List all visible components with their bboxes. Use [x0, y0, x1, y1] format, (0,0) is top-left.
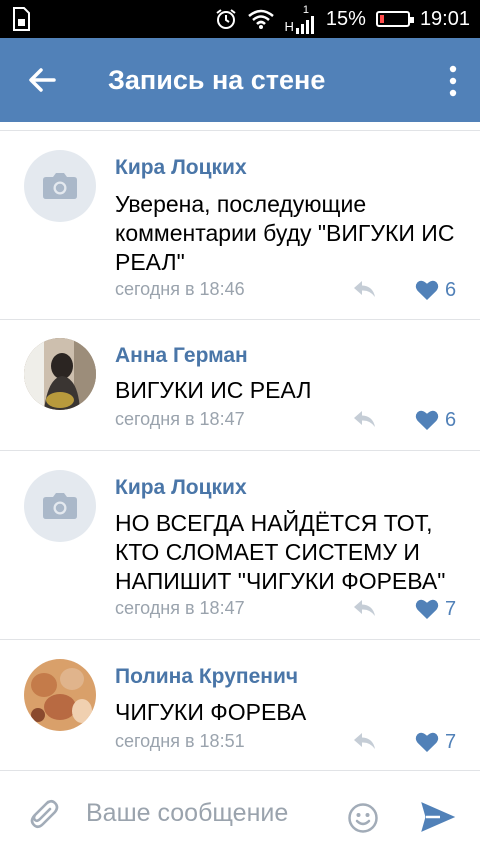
arrow-left-icon[interactable]	[24, 62, 60, 98]
heart-icon	[415, 280, 439, 300]
comment-item: Кира Лоцких НО ВСЕГДА НАЙДЁТСЯ ТОТ, КТО …	[0, 451, 480, 640]
like-count: 7	[445, 730, 457, 753]
like-button[interactable]: 6	[415, 278, 456, 302]
wifi-icon	[247, 9, 274, 29]
app-bar: Запись на стене	[0, 38, 480, 122]
message-composer	[0, 770, 480, 854]
comment-author[interactable]: Кира Лоцких	[115, 156, 247, 180]
comment-text: НО ВСЕГДА НАЙДЁТСЯ ТОТ, КТО СЛОМАЕТ СИСТ…	[115, 510, 446, 594]
comments-feed[interactable]: Кира Лоцких Уверена, последующие коммент…	[0, 122, 480, 770]
reply-icon[interactable]	[351, 597, 377, 619]
reply-icon[interactable]	[351, 278, 377, 300]
battery-icon	[375, 11, 414, 27]
heart-icon	[415, 732, 439, 752]
comment-time: сегодня в 18:47	[115, 598, 245, 618]
comment-item: Анна Герман ВИГУКИ ИС РЕАЛ сегодня в 18:…	[0, 320, 480, 451]
like-button[interactable]: 7	[415, 730, 456, 754]
avatar[interactable]	[24, 338, 96, 410]
avatar[interactable]	[24, 470, 96, 542]
page-title: Запись на стене	[108, 65, 326, 95]
like-count: 6	[445, 278, 457, 301]
network-type: H 1	[285, 4, 316, 34]
comment-text: ВИГУКИ ИС РЕАЛ	[115, 377, 312, 403]
heart-icon	[415, 599, 439, 619]
smile-icon[interactable]	[347, 802, 379, 834]
reply-icon[interactable]	[351, 408, 377, 430]
like-count: 7	[445, 597, 457, 620]
comment-time: сегодня в 18:47	[115, 409, 245, 429]
more-vertical-icon[interactable]	[448, 64, 458, 98]
comment-text: ЧИГУКИ ФОРЕВА	[115, 699, 307, 725]
message-input[interactable]	[86, 793, 326, 833]
battery-percent: 15%	[325, 7, 366, 30]
sim-card-icon	[13, 7, 30, 31]
paperclip-icon[interactable]	[24, 794, 60, 832]
send-icon[interactable]	[420, 801, 456, 833]
comment-author[interactable]: Полина Крупенич	[115, 665, 298, 689]
comment-time: сегодня в 18:51	[115, 731, 245, 751]
signal-icon	[295, 15, 314, 34]
status-bar: H 1 15% 19:01	[0, 0, 480, 38]
heart-icon	[415, 410, 439, 430]
comment-item: Кира Лоцких Уверена, последующие коммент…	[0, 131, 480, 320]
avatar[interactable]	[24, 659, 96, 731]
clock: 19:01	[419, 7, 470, 30]
comment-item: Полина Крупенич ЧИГУКИ ФОРЕВА сегодня в …	[0, 640, 480, 770]
reply-icon[interactable]	[351, 730, 377, 752]
avatar[interactable]	[24, 150, 96, 222]
like-button[interactable]: 7	[415, 597, 456, 621]
like-button[interactable]: 6	[415, 408, 456, 432]
user-photo	[24, 659, 96, 731]
comment-author[interactable]: Анна Герман	[115, 344, 248, 368]
camera-icon	[43, 493, 77, 519]
like-count: 6	[445, 408, 457, 431]
comment-time: сегодня в 18:46	[115, 279, 245, 299]
alarm-icon	[215, 9, 236, 29]
camera-icon	[43, 173, 77, 199]
user-photo	[24, 338, 96, 410]
comment-author[interactable]: Кира Лоцких	[115, 476, 247, 500]
comment-text: Уверена, последующие комментарии буду "В…	[115, 191, 455, 275]
